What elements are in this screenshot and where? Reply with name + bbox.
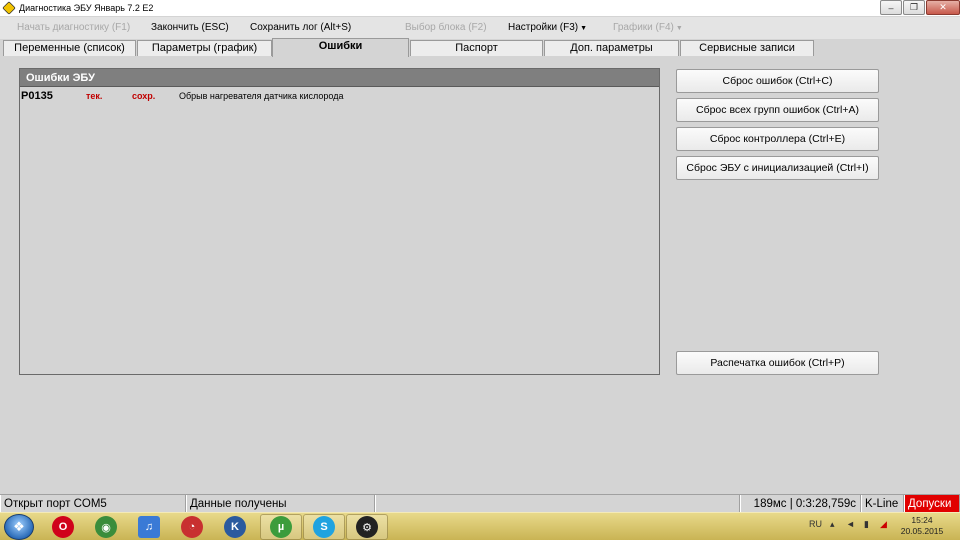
k-app-icon: K (224, 516, 246, 538)
speed-gauge-icon: ◔ (181, 516, 203, 538)
toolbar: Начать диагностику (F1) Закончить (ESC) … (0, 17, 960, 39)
language-indicator[interactable]: RU (809, 519, 822, 529)
speaker-icon[interactable]: ◄ (846, 519, 855, 529)
graphs-menu[interactable]: Графики (F4) ▼ (613, 22, 683, 33)
window-controls: – ❐ ✕ (879, 0, 960, 15)
status-empty (375, 495, 740, 513)
reset-all-groups-button[interactable]: Сброс всех групп ошибок (Ctrl+A) (676, 98, 879, 122)
utorrent-icon: µ (270, 516, 292, 538)
network-icon[interactable]: ◢ (880, 519, 887, 530)
taskbar-app-utorrent[interactable]: µ (260, 514, 302, 540)
tab-extra-parameters[interactable]: Доп. параметры (544, 40, 679, 56)
select-block-button[interactable]: Выбор блока (F2) (405, 22, 487, 33)
title-bar: Диагностика ЭБУ Январь 7.2 E2 – ❐ ✕ (0, 0, 960, 16)
print-errors-button[interactable]: Распечатка ошибок (Ctrl+P) (676, 351, 879, 375)
tab-service-records[interactable]: Сервисные записи (680, 40, 814, 56)
finish-button[interactable]: Закончить (ESC) (151, 22, 229, 33)
battery-icon[interactable]: ▮ (864, 519, 869, 530)
tab-errors[interactable]: Ошибки (272, 38, 409, 57)
taskbar-app-k[interactable]: K (214, 514, 256, 540)
start-button[interactable]: ❖ (4, 514, 34, 540)
error-code: P0135 (21, 90, 53, 102)
taskbar-app-opera[interactable]: O (42, 514, 84, 540)
chevron-down-icon: ▼ (580, 25, 588, 32)
settings-menu[interactable]: Настройки (F3) ▼ (508, 22, 587, 33)
reset-errors-button[interactable]: Сброс ошибок (Ctrl+C) (676, 69, 879, 93)
chevron-down-icon: ▼ (675, 25, 683, 32)
restore-button[interactable]: ❐ (903, 0, 925, 15)
app-logo-icon (2, 1, 16, 15)
tab-passport[interactable]: Паспорт (410, 40, 543, 56)
tab-variables-list[interactable]: Переменные (список) (3, 40, 136, 56)
status-port: Открыт порт COM5 (0, 495, 186, 513)
settings-menu-label: Настройки (F3) (508, 22, 579, 33)
status-data: Данные получены (186, 495, 375, 513)
opera-icon: O (52, 516, 74, 538)
ecu-errors-panel: Ошибки ЭБУ P0135 тек. сохр. Обрыв нагрев… (19, 68, 660, 375)
reset-ecu-init-button[interactable]: Сброс ЭБУ с инициализацией (Ctrl+I) (676, 156, 879, 180)
chevron-up-icon[interactable]: ▴ (830, 519, 835, 530)
taskbar-app-chrome[interactable]: ◉ (85, 514, 127, 540)
reset-controller-button[interactable]: Сброс контроллера (Ctrl+E) (676, 127, 879, 151)
taskbar: ❖ O ◉ ♫ ◔ K µ S ⚙ RU ▴ ◄ ▮ ◢ 15:24 20.05… (0, 512, 960, 540)
status-timing: 189мс | 0:3:28,759с (740, 495, 861, 513)
status-bar: Открыт порт COM5 Данные получены 189мс |… (0, 494, 960, 513)
save-log-button[interactable]: Сохранить лог (Alt+S) (250, 22, 351, 33)
music-app-icon: ♫ (138, 516, 160, 538)
taskbar-app-music[interactable]: ♫ (128, 514, 170, 540)
panel-title: Ошибки ЭБУ (20, 69, 659, 87)
chrome-icon: ◉ (95, 516, 117, 538)
taskbar-app-skype[interactable]: S (303, 514, 345, 540)
error-description: Обрыв нагревателя датчика кислорода (179, 91, 344, 101)
status-protocol: K-Line (861, 495, 904, 513)
window-title: Диагностика ЭБУ Январь 7.2 E2 (19, 3, 154, 13)
tab-strip: Переменные (список) Параметры (график) О… (0, 38, 960, 57)
skype-icon: S (313, 516, 335, 538)
clock-time: 15:24 (911, 515, 933, 525)
taskbar-app-gauge[interactable]: ◔ (171, 514, 213, 540)
error-current-flag: тек. (86, 91, 103, 101)
taskbar-app-diagnostics[interactable]: ⚙ (346, 514, 388, 540)
error-saved-flag: сохр. (132, 91, 156, 101)
clock-date: 20.05.2015 (900, 526, 944, 536)
tab-parameters-graph[interactable]: Параметры (график) (137, 40, 272, 56)
start-diagnostics-button[interactable]: Начать диагностику (F1) (17, 22, 130, 33)
graphs-menu-label: Графики (F4) (613, 22, 674, 33)
minimize-button[interactable]: – (880, 0, 902, 15)
status-tolerance-alert[interactable]: Допуски (904, 495, 960, 513)
error-row[interactable]: P0135 тек. сохр. Обрыв нагревателя датчи… (20, 87, 659, 103)
close-button[interactable]: ✕ (926, 0, 960, 15)
diagnostics-app-icon: ⚙ (356, 516, 378, 538)
system-clock[interactable]: 15:24 20.05.2015 (892, 515, 952, 537)
